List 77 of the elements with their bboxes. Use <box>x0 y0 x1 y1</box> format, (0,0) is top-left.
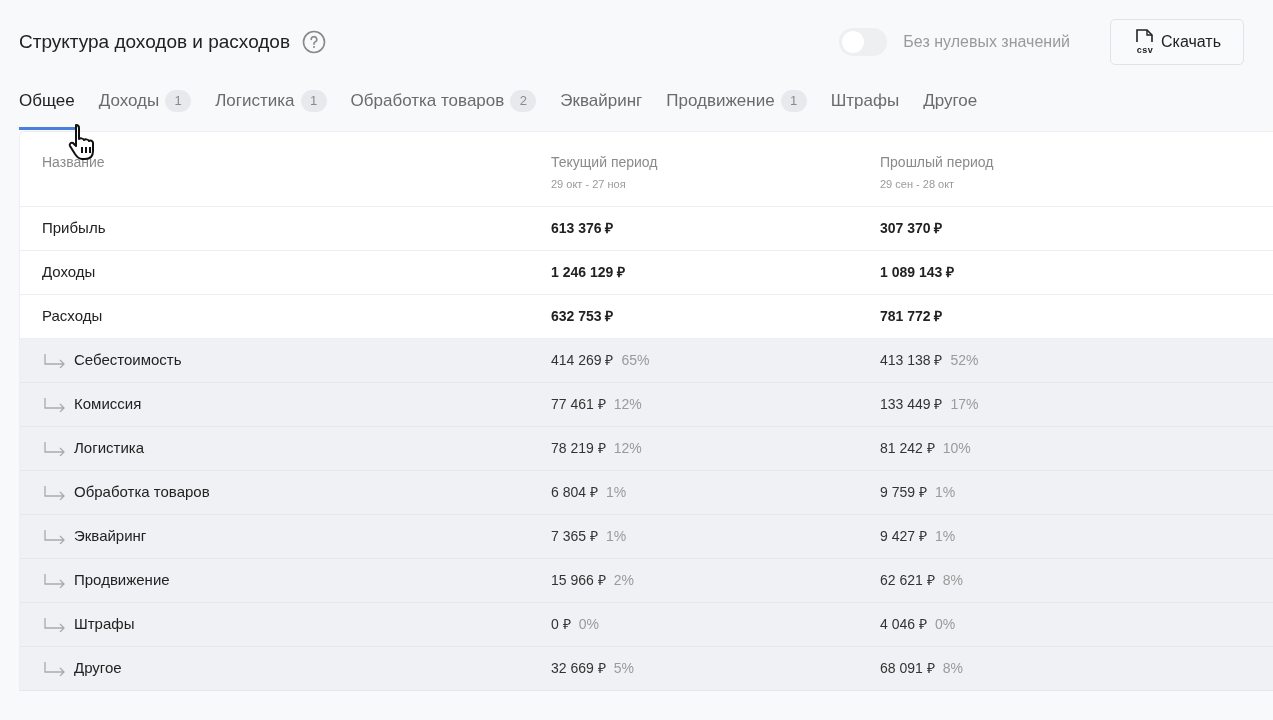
share-percent: 8% <box>942 571 963 590</box>
share-percent: 52% <box>950 351 979 370</box>
row-label: Продвижение <box>74 570 170 591</box>
amount: 9 427 ₽ <box>880 527 927 546</box>
share-percent: 1% <box>934 527 956 546</box>
share-percent: 12% <box>613 439 642 458</box>
row-label: Доходы <box>42 262 96 283</box>
amount: 413 138 ₽ <box>880 351 943 370</box>
subitem-arrow-icon <box>44 397 66 412</box>
amount: 1 246 129 ₽ <box>551 263 626 282</box>
amount: 15 966 ₽ <box>551 571 606 590</box>
row-label: Другое <box>74 658 122 679</box>
share-percent: 8% <box>942 659 963 678</box>
amount: 62 621 ₽ <box>880 571 935 590</box>
column-header: Текущий период <box>551 153 659 172</box>
column-header: Прошлый период <box>880 153 995 172</box>
row-label: Штрафы <box>74 614 135 635</box>
amount: 4 046 ₽ <box>880 615 927 634</box>
row-label: Себестоимость <box>74 350 182 371</box>
row-label: Логистика <box>74 438 145 459</box>
tab[interactable]: Другое <box>923 86 978 130</box>
count-badge: 1 <box>165 89 192 112</box>
count-badge: 1 <box>780 89 807 112</box>
amount: 77 461 ₽ <box>551 395 606 414</box>
row-label: Обработка товаров <box>74 482 210 503</box>
row-label: Прибыль <box>42 218 106 239</box>
amount: 78 219 ₽ <box>551 439 606 458</box>
amount: 1 089 143 ₽ <box>880 263 955 282</box>
subitem-arrow-icon <box>44 661 66 676</box>
amount: 7 365 ₽ <box>551 527 598 546</box>
tab[interactable]: Обработка товаров 2 <box>350 86 537 130</box>
subitem-arrow-icon <box>44 441 66 456</box>
amount: 81 242 ₽ <box>880 439 935 458</box>
subitem-arrow-icon <box>44 617 66 632</box>
amount: 68 091 ₽ <box>880 659 935 678</box>
amount: 133 449 ₽ <box>880 395 943 414</box>
subitem-arrow-icon <box>44 353 66 368</box>
share-percent: 0% <box>578 615 599 634</box>
tab[interactable]: Эквайринг <box>560 86 643 130</box>
page-title: Структура доходов и расходов <box>19 29 291 54</box>
tab[interactable]: Доходы 1 <box>98 86 192 130</box>
amount: 632 753 ₽ <box>551 307 614 326</box>
download-button[interactable]: csv Скачать <box>1110 19 1244 65</box>
row-label: Комиссия <box>74 394 142 415</box>
share-percent: 2% <box>613 571 634 590</box>
column-header: Название <box>42 153 106 172</box>
share-percent: 12% <box>613 395 642 414</box>
help-icon[interactable] <box>302 30 327 54</box>
amount: 613 376 ₽ <box>551 219 614 238</box>
subitem-arrow-icon <box>44 529 66 544</box>
amount: 414 269 ₽ <box>551 351 614 370</box>
subitem-arrow-icon <box>44 573 66 588</box>
share-percent: 65% <box>621 351 650 370</box>
tab[interactable]: Продвижение 1 <box>666 86 807 130</box>
share-percent: 0% <box>934 615 956 634</box>
tab[interactable]: Штрафы <box>830 86 900 130</box>
row-label: Эквайринг <box>74 526 147 547</box>
subitem-arrow-icon <box>44 485 66 500</box>
amount: 307 370 ₽ <box>880 219 943 238</box>
amount: 781 772 ₽ <box>880 307 943 326</box>
count-badge: 1 <box>300 89 327 112</box>
amount: 9 759 ₽ <box>880 483 927 502</box>
toggle-label: Без нулевых значений <box>903 32 1070 52</box>
amount: 0 ₽ <box>551 615 571 634</box>
share-percent: 5% <box>613 659 634 678</box>
amount: 32 669 ₽ <box>551 659 606 678</box>
amount: 6 804 ₽ <box>551 483 598 502</box>
period-dates: 29 окт - 27 ноя <box>551 177 627 192</box>
share-percent: 1% <box>605 527 627 546</box>
share-percent: 17% <box>950 395 979 414</box>
count-badge: 2 <box>510 89 537 112</box>
share-percent: 10% <box>942 439 971 458</box>
share-percent: 1% <box>605 483 627 502</box>
share-percent: 1% <box>934 483 956 502</box>
tab[interactable]: Логистика 1 <box>215 86 327 130</box>
row-label: Расходы <box>42 306 103 327</box>
period-dates: 29 сен - 28 окт <box>880 177 956 192</box>
